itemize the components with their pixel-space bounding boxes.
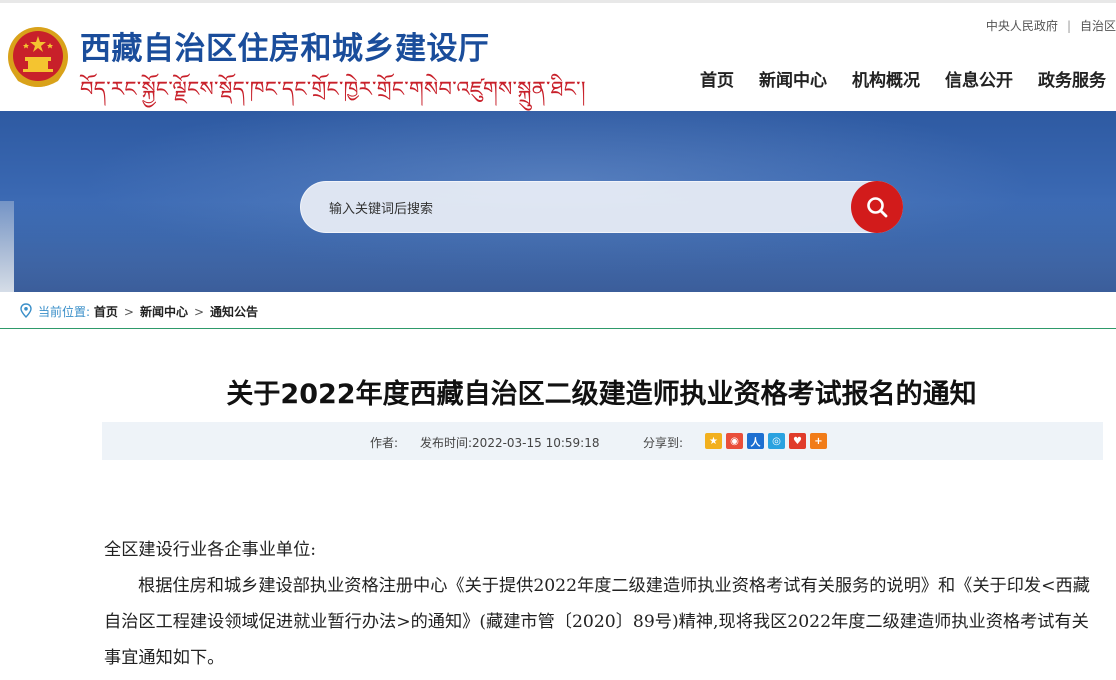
hero-banner (0, 111, 1116, 292)
main-nav: 首页 新闻中心 机构概况 信息公开 政务服务 (675, 66, 1106, 91)
more-share-icon[interactable]: + (810, 433, 827, 449)
article-greeting: 全区建设行业各企事业单位: (104, 540, 317, 560)
article-meta-bar: 作者: 发布时间:2022-03-15 10:59:18 分享到: ★ ◉ 人 … (102, 422, 1103, 460)
nav-info-disclosure[interactable]: 信息公开 (945, 66, 1013, 91)
nav-organization[interactable]: 机构概况 (852, 66, 920, 91)
tencent-weibo-icon[interactable]: ◎ (768, 433, 785, 449)
breadcrumb-separator: > (123, 305, 134, 319)
toplink-central-government[interactable]: 中央人民政府 (986, 19, 1058, 33)
nav-news-center[interactable]: 新闻中心 (759, 66, 827, 91)
meta-publish-time: 发布时间:2022-03-15 10:59:18 (420, 434, 600, 451)
share-icons: ★ ◉ 人 ◎ ♥ + (705, 433, 827, 449)
search-icon (867, 197, 888, 218)
breadcrumb: 当前位置: 首页 > 新闻中心 > 通知公告 (0, 292, 1116, 329)
article-paragraph: 根据住房和城乡建设部执业资格注册中心《关于提供2022年度二级建造师执业资格考试… (104, 576, 1090, 668)
renren-icon[interactable]: 人 (747, 433, 764, 449)
site-header: 西藏自治区住房和城乡建设厅 བོད་རང་སྐྱོང་ལྗོངས་སྡོད་ཁང… (0, 3, 1116, 111)
toplink-separator: | (1066, 19, 1071, 33)
article-body: 全区建设行业各企事业单位: 根据住房和城乡建设部执业资格注册中心《关于提供202… (104, 532, 1094, 676)
nav-home[interactable]: 首页 (700, 66, 734, 91)
article-title: 关于2022年度西藏自治区二级建造师执业资格考试报名的通知 (226, 379, 977, 410)
meta-author-label: 作者: (370, 436, 399, 450)
nav-government-services[interactable]: 政务服务 (1038, 66, 1106, 91)
qzone-icon[interactable]: ★ (705, 433, 722, 449)
national-emblem-icon (8, 27, 68, 87)
site-title: 西藏自治区住房和城乡建设厅 (80, 31, 490, 67)
meta-publish-label: 发布时间: (420, 436, 473, 450)
toplink-autonomous-region[interactable]: 自治区 (1080, 19, 1116, 33)
meta-share-label: 分享到: (643, 436, 684, 450)
weibo-icon[interactable]: ◉ (726, 433, 743, 449)
meta-publish-value: 2022-03-15 10:59:18 (472, 436, 600, 450)
breadcrumb-label: 当前位置: (38, 305, 91, 319)
breadcrumb-notices[interactable]: 通知公告 (210, 305, 258, 319)
breadcrumb-home[interactable]: 首页 (94, 305, 118, 319)
breadcrumb-news-center[interactable]: 新闻中心 (140, 305, 188, 319)
kaixin-icon[interactable]: ♥ (789, 433, 806, 449)
location-pin-icon (20, 303, 32, 318)
search-input[interactable] (327, 196, 831, 222)
search-box (300, 181, 903, 233)
breadcrumb-trail: 当前位置: 首页 > 新闻中心 > 通知公告 (38, 303, 258, 320)
banner-left-strip (0, 201, 14, 292)
search-button[interactable] (851, 181, 903, 233)
top-links: 中央人民政府 | 自治区 (986, 17, 1116, 34)
breadcrumb-separator: > (193, 305, 205, 319)
